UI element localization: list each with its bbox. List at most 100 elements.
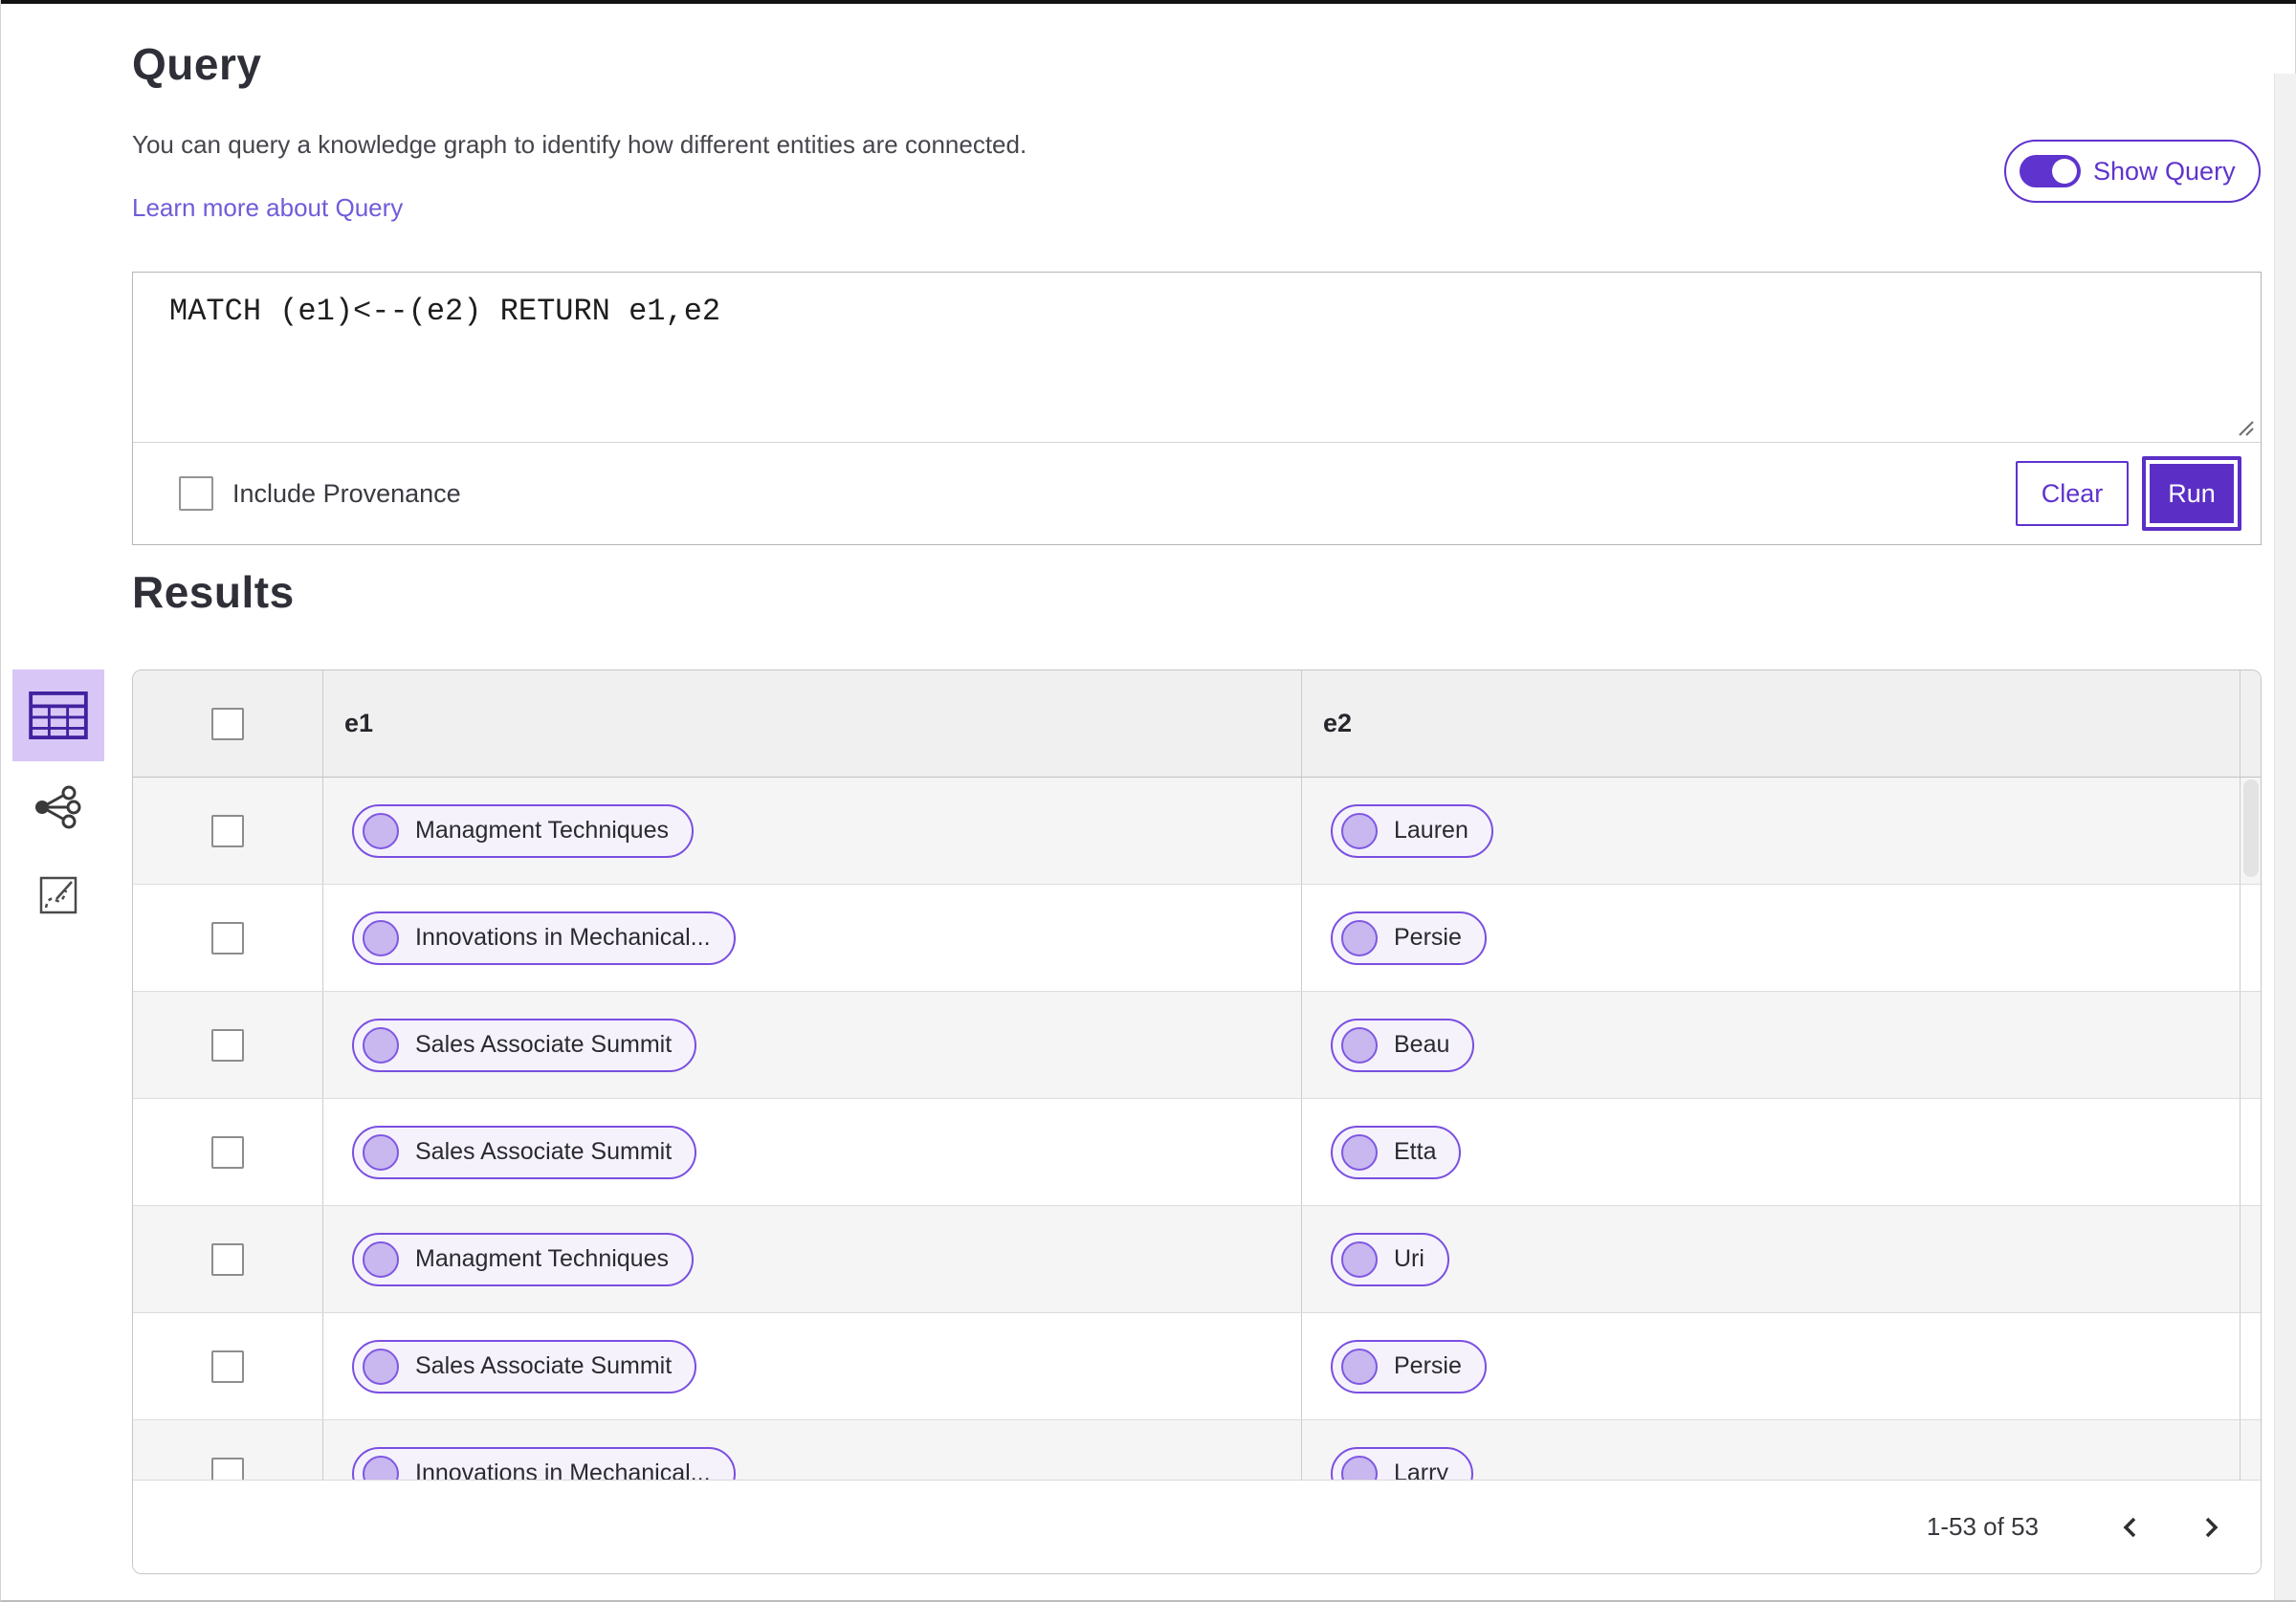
row-checkbox-cell [133,992,323,1098]
cell-e1: Sales Associate Summit [323,1099,1302,1205]
table-row[interactable]: Innovations in Mechanical... Persie [133,885,2261,992]
entity-node-icon [1341,1455,1378,1480]
cell-e2: Lauren [1302,778,2241,884]
entity-pill[interactable]: Beau [1331,1018,1475,1072]
entity-pill-label-e2: Persie [1394,1352,1462,1379]
row-checkbox[interactable] [211,1028,244,1062]
entity-pill[interactable]: Innovations in Mechanical... [352,911,736,965]
entity-pill[interactable]: Uri [1331,1232,1449,1286]
view-switcher-table-selected[interactable] [12,669,104,761]
results-table: e1 e2 Managment Techniques Lauren Innova… [132,669,2262,1574]
pagination-prev-button[interactable] [2109,1506,2152,1548]
page-scrollbar-gutter[interactable] [2274,74,2296,1600]
entity-pill-label-e1: Innovations in Mechanical... [415,924,711,951]
table-body: Managment Techniques Lauren Innovations … [133,778,2261,1480]
chevron-right-icon [2205,1517,2219,1537]
header-scrollbar-gutter [2241,670,2261,777]
cell-e2: Beau [1302,992,2241,1098]
row-checkbox[interactable] [211,1242,244,1276]
query-description: You can query a knowledge graph to ident… [132,130,1027,159]
cell-e1: Sales Associate Summit [323,992,1302,1098]
entity-node-icon [1341,812,1378,849]
table-row[interactable]: Managment Techniques Lauren [133,778,2261,885]
row-checkbox[interactable] [211,1135,244,1169]
entity-pill-label-e2: Etta [1394,1138,1437,1165]
query-toolbar: Include Provenance Clear Run [133,443,2261,544]
learn-more-link[interactable]: Learn more about Query [132,193,403,223]
view-switcher-graph[interactable] [30,782,83,832]
entity-pill-label-e2: Beau [1394,1031,1450,1058]
entity-pill[interactable]: Lauren [1331,803,1493,858]
table-row[interactable]: Sales Associate Summit Persie [133,1313,2261,1420]
details-view-icon [39,876,77,914]
table-scrollbar-thumb[interactable] [2243,779,2259,877]
query-editor-area: MATCH (e1)<--(e2) RETURN e1,e2 [133,273,2261,443]
row-checkbox-cell [133,1313,323,1419]
select-all-checkbox[interactable] [211,707,244,740]
chevron-left-icon [2123,1517,2136,1537]
cell-e2: Uri [1302,1206,2241,1312]
row-scrollbar-gutter [2241,992,2261,1098]
cell-e2: Larry [1302,1420,2241,1480]
entity-pill-label-e2: Persie [1394,924,1462,951]
entity-pill-label-e1: Sales Associate Summit [415,1031,673,1058]
row-scrollbar-gutter [2241,1099,2261,1205]
entity-pill[interactable]: Sales Associate Summit [352,1339,697,1394]
row-scrollbar-gutter [2241,1206,2261,1312]
column-header-e2[interactable]: e2 [1302,670,2241,777]
entity-pill[interactable]: Innovations in Mechanical... [352,1446,736,1480]
row-checkbox[interactable] [211,921,244,955]
include-provenance-label: Include Provenance [232,478,461,508]
header-checkbox-cell [133,670,323,777]
pagination-next-button[interactable] [2190,1506,2232,1548]
clear-button[interactable]: Clear [2016,461,2129,526]
entity-pill[interactable]: Sales Associate Summit [352,1018,697,1072]
query-editor-panel: MATCH (e1)<--(e2) RETURN e1,e2 Include P… [132,272,2262,545]
entity-node-icon [1341,1026,1378,1064]
entity-pill[interactable]: Etta [1331,1125,1462,1179]
column-header-e1[interactable]: e1 [323,670,1302,777]
table-row[interactable]: Sales Associate Summit Etta [133,1099,2261,1206]
entity-pill[interactable]: Managment Techniques [352,803,694,858]
run-button-focus-ring: Run [2142,456,2241,531]
show-query-label: Show Query [2093,156,2236,186]
row-checkbox-cell [133,1099,323,1205]
entity-pill-label-e1: Sales Associate Summit [415,1352,673,1379]
entity-pill[interactable]: Persie [1331,911,1487,965]
query-input[interactable]: MATCH (e1)<--(e2) RETURN e1,e2 [133,273,2261,442]
table-view-icon [29,691,88,739]
table-header-row: e1 e2 [133,670,2261,778]
resize-handle-icon[interactable] [2234,416,2255,437]
entity-node-icon [363,1455,399,1480]
cell-e2: Persie [1302,1313,2241,1419]
entity-node-icon [363,812,399,849]
entity-pill[interactable]: Larry [1331,1446,1473,1480]
cell-e1: Sales Associate Summit [323,1313,1302,1419]
table-row[interactable]: Managment Techniques Uri [133,1206,2261,1313]
table-row[interactable]: Innovations in Mechanical... Larry [133,1420,2261,1480]
entity-pill-label-e2: Lauren [1394,817,1468,844]
toggle-knob [2052,159,2077,184]
show-query-toggle[interactable]: Show Query [2004,140,2261,203]
row-checkbox[interactable] [211,814,244,847]
entity-node-icon [363,1240,399,1278]
row-checkbox-cell [133,1206,323,1312]
toggle-switch-icon[interactable] [2020,155,2081,187]
table-row[interactable]: Sales Associate Summit Beau [133,992,2261,1099]
run-button[interactable]: Run [2150,464,2234,523]
entity-pill[interactable]: Managment Techniques [352,1232,694,1286]
entity-pill[interactable]: Persie [1331,1339,1487,1394]
entity-node-icon [1341,1133,1378,1171]
cell-e2: Etta [1302,1099,2241,1205]
include-provenance-checkbox[interactable] [179,476,213,511]
cell-e1: Managment Techniques [323,778,1302,884]
row-checkbox[interactable] [211,1457,244,1480]
pagination-range-label: 1-53 of 53 [1926,1512,2039,1541]
window-top-border [1,0,2296,4]
row-checkbox-cell [133,778,323,884]
entity-pill-label-e2: Larry [1394,1459,1448,1480]
entity-node-icon [363,919,399,956]
row-checkbox[interactable] [211,1350,244,1383]
entity-pill[interactable]: Sales Associate Summit [352,1125,697,1179]
view-switcher-details[interactable] [37,874,79,916]
